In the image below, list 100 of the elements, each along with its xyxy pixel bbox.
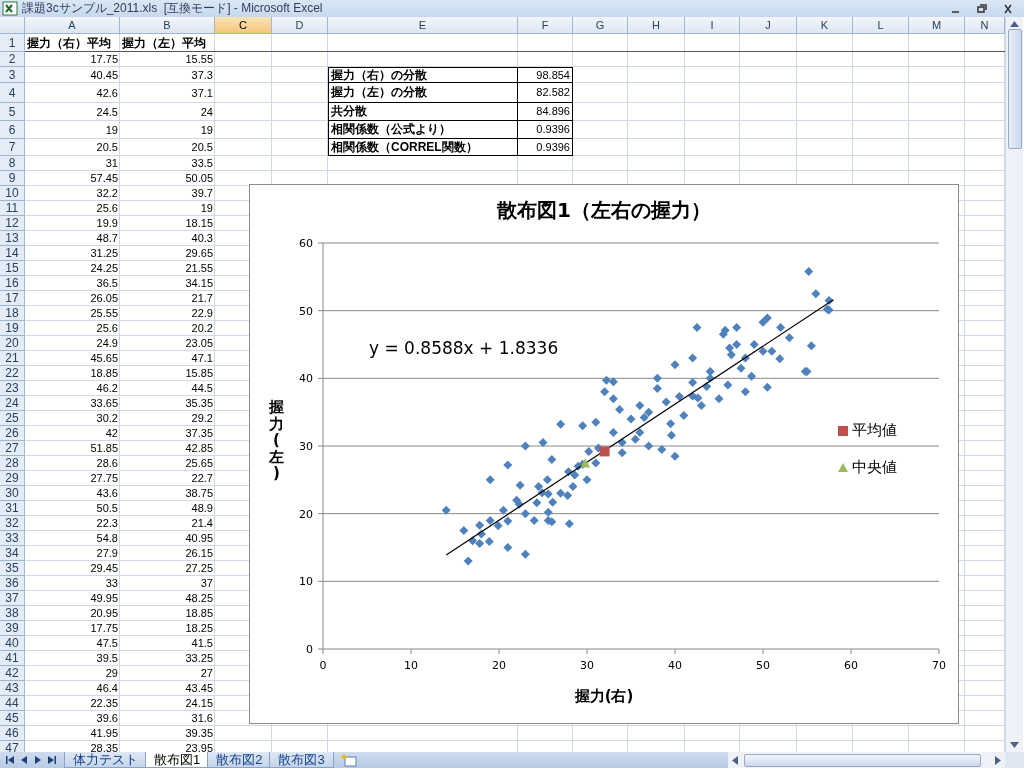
data-point bbox=[556, 488, 566, 498]
row-number[interactable]: 34 bbox=[0, 546, 25, 561]
row-number[interactable]: 8 bbox=[0, 156, 25, 171]
scroll-up-icon[interactable] bbox=[1010, 21, 1019, 27]
column-header[interactable]: I bbox=[685, 17, 740, 34]
row-number[interactable]: 16 bbox=[0, 276, 25, 291]
tick-label: 10 bbox=[404, 659, 418, 672]
column-header[interactable]: B bbox=[120, 17, 215, 34]
row-number[interactable]: 43 bbox=[0, 681, 25, 696]
row-number[interactable]: 41 bbox=[0, 651, 25, 666]
row-number[interactable]: 5 bbox=[0, 103, 25, 121]
row-number[interactable]: 6 bbox=[0, 121, 25, 139]
row-number[interactable]: 13 bbox=[0, 231, 25, 246]
row-number[interactable]: 22 bbox=[0, 366, 25, 381]
row-number[interactable]: 2 bbox=[0, 52, 25, 67]
row-number[interactable]: 30 bbox=[0, 486, 25, 501]
row-number[interactable]: 25 bbox=[0, 411, 25, 426]
sheet-tab[interactable]: 散布図3 bbox=[269, 752, 334, 768]
row-number[interactable]: 17 bbox=[0, 291, 25, 306]
table-cell: 握力（右）の分散 bbox=[328, 67, 518, 83]
row-number[interactable]: 24 bbox=[0, 396, 25, 411]
row-number[interactable]: 45 bbox=[0, 711, 25, 726]
data-point bbox=[692, 323, 702, 333]
row-number[interactable]: 23 bbox=[0, 381, 25, 396]
column-header[interactable]: D bbox=[272, 17, 328, 34]
table-cell-text: 28.35 bbox=[90, 741, 119, 752]
first-sheet-icon[interactable] bbox=[6, 756, 14, 764]
row-number[interactable]: 29 bbox=[0, 471, 25, 486]
row-number[interactable]: 27 bbox=[0, 441, 25, 456]
column-header[interactable]: L bbox=[853, 17, 909, 34]
row-number[interactable]: 37 bbox=[0, 591, 25, 606]
data-point bbox=[714, 394, 724, 404]
row-number[interactable]: 40 bbox=[0, 636, 25, 651]
column-header[interactable]: J bbox=[740, 17, 797, 34]
sheet-tab[interactable]: 散布図1 bbox=[145, 752, 210, 768]
tick-label: 50 bbox=[756, 659, 770, 672]
row-number[interactable]: 1 bbox=[0, 34, 25, 52]
row-number[interactable]: 20 bbox=[0, 336, 25, 351]
row-number[interactable]: 44 bbox=[0, 696, 25, 711]
table-cell-text: 22.35 bbox=[89, 696, 119, 711]
data-point bbox=[534, 482, 544, 492]
data-point bbox=[732, 340, 742, 349]
column-header[interactable]: A bbox=[25, 17, 120, 34]
row-number[interactable]: 35 bbox=[0, 561, 25, 576]
next-sheet-icon[interactable] bbox=[34, 756, 42, 764]
scroll-down-icon[interactable] bbox=[1010, 742, 1019, 748]
sheet-tab[interactable]: 体力テスト bbox=[64, 752, 147, 768]
scrollbar-thumb[interactable] bbox=[1007, 29, 1022, 149]
table-cell-text: 21.7 bbox=[190, 291, 214, 306]
column-header[interactable]: E bbox=[328, 17, 518, 34]
row-number[interactable]: 15 bbox=[0, 261, 25, 276]
data-point bbox=[666, 419, 676, 429]
row-number[interactable]: 14 bbox=[0, 246, 25, 261]
row-number[interactable]: 3 bbox=[0, 67, 25, 83]
scroll-left-icon[interactable] bbox=[732, 755, 738, 765]
data-point bbox=[459, 526, 469, 536]
table-cell-text: 33 bbox=[104, 576, 119, 591]
data-point bbox=[679, 411, 689, 421]
column-header[interactable]: G bbox=[573, 17, 628, 34]
tick-label: 0 bbox=[306, 643, 313, 656]
table-cell: 相関係数（CORREL関数） bbox=[328, 139, 518, 156]
row-number[interactable]: 11 bbox=[0, 201, 25, 216]
table-cell: 82.582 bbox=[518, 83, 573, 103]
column-header[interactable]: H bbox=[628, 17, 685, 34]
table-cell: 相関係数（公式より） bbox=[328, 121, 518, 139]
column-header[interactable]: M bbox=[909, 17, 965, 34]
row-number[interactable]: 19 bbox=[0, 321, 25, 336]
row-number[interactable]: 38 bbox=[0, 606, 25, 621]
column-header[interactable]: F bbox=[518, 17, 573, 34]
scroll-right-icon[interactable] bbox=[995, 755, 1001, 765]
row-number[interactable]: 4 bbox=[0, 83, 25, 103]
table-cell-text: 41.5 bbox=[190, 636, 214, 651]
row-number[interactable]: 26 bbox=[0, 426, 25, 441]
table-cell-text: 29.2 bbox=[190, 411, 214, 426]
column-header[interactable]: K bbox=[797, 17, 853, 34]
row-number[interactable]: 39 bbox=[0, 621, 25, 636]
scrollbar-thumb[interactable] bbox=[744, 753, 981, 767]
column-header[interactable]: N bbox=[965, 17, 1005, 34]
column-header[interactable]: C bbox=[215, 17, 272, 34]
row-number[interactable]: 9 bbox=[0, 171, 25, 186]
row-number[interactable]: 33 bbox=[0, 531, 25, 546]
row-number[interactable]: 46 bbox=[0, 726, 25, 741]
row-number[interactable]: 36 bbox=[0, 576, 25, 591]
row-number[interactable]: 32 bbox=[0, 516, 25, 531]
sheet-tab[interactable]: 散布図2 bbox=[207, 752, 272, 768]
row-number[interactable]: 42 bbox=[0, 666, 25, 681]
table-cell: 98.854 bbox=[518, 67, 573, 83]
row-number[interactable]: 7 bbox=[0, 139, 25, 156]
row-number[interactable]: 31 bbox=[0, 501, 25, 516]
row-number[interactable]: 28 bbox=[0, 456, 25, 471]
data-point bbox=[543, 489, 553, 499]
previous-sheet-icon[interactable] bbox=[20, 756, 28, 764]
row-number[interactable]: 18 bbox=[0, 306, 25, 321]
horizontal-scrollbar[interactable] bbox=[728, 752, 1005, 768]
table-cell-text: 20.2 bbox=[190, 321, 214, 336]
row-number[interactable]: 12 bbox=[0, 216, 25, 231]
last-sheet-icon[interactable] bbox=[48, 756, 56, 764]
row-number[interactable]: 10 bbox=[0, 186, 25, 201]
vertical-scrollbar[interactable] bbox=[1005, 17, 1023, 752]
row-number[interactable]: 21 bbox=[0, 351, 25, 366]
